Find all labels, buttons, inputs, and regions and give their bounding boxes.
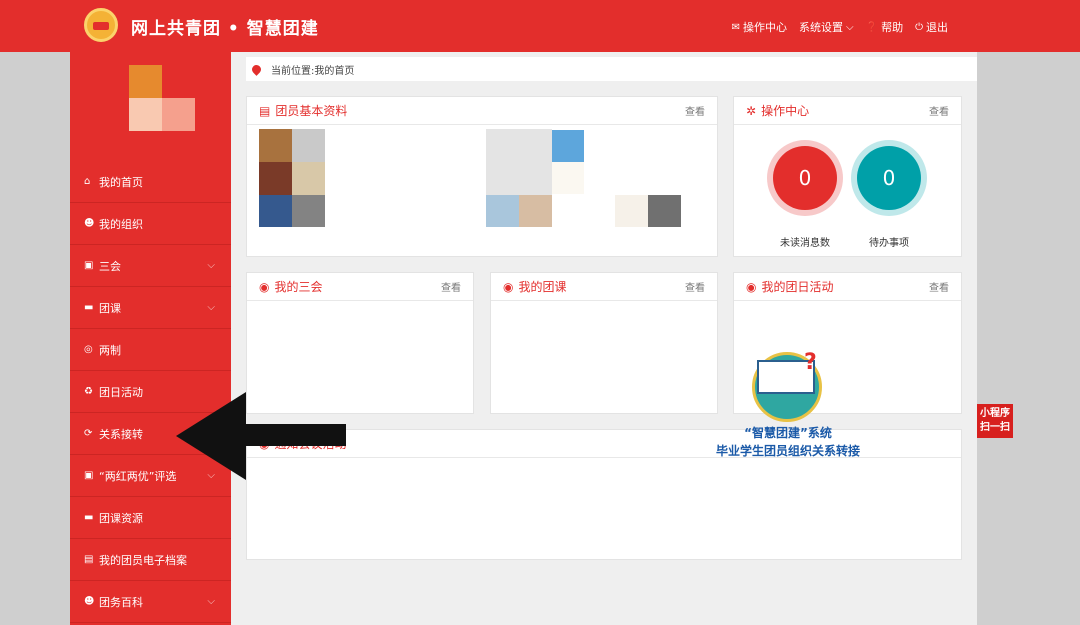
- location-pin-icon: [250, 62, 263, 76]
- view-link[interactable]: 查看: [685, 279, 705, 294]
- mosaic-block: [259, 129, 292, 162]
- promo-subtitle: 毕业学生团员组织关系转接: [715, 444, 860, 458]
- edit-icon: ▣: [84, 260, 94, 271]
- todo-label: 待办事项: [869, 238, 909, 249]
- unread-count[interactable]: 0: [773, 146, 837, 210]
- panel-sanhui: ◉ 我的三会 查看: [246, 272, 474, 414]
- users-icon: ☻: [84, 596, 95, 607]
- mini-program-badge[interactable]: 小程序 扫一扫: [977, 404, 1013, 438]
- topnav-ops[interactable]: ✉ 操作中心: [732, 19, 787, 35]
- view-link[interactable]: 查看: [685, 103, 705, 118]
- chevron-down-icon: ⌵: [207, 260, 215, 271]
- arrow-left-icon: [176, 392, 246, 480]
- home-icon: ⌂: [84, 176, 91, 187]
- avatar: [129, 65, 195, 131]
- mosaic-block: [259, 195, 292, 227]
- topnav-logout[interactable]: ⏻ 退出: [915, 19, 948, 35]
- mosaic-block: [552, 162, 584, 194]
- chevron-down-icon: ⌵: [207, 596, 215, 607]
- sidebar-item-tuanke[interactable]: ▬ 团课 ⌵: [70, 287, 231, 329]
- envelope-icon: ✉: [731, 21, 741, 33]
- chevron-down-icon: ⌵: [207, 302, 215, 313]
- mosaic-block: [615, 195, 648, 227]
- panel-tuanke: ◉ 我的团课 查看: [490, 272, 718, 414]
- mosaic-block: [292, 129, 325, 162]
- topnav-help[interactable]: ❓ 帮助: [866, 19, 903, 35]
- chevron-down-icon: ⌵: [846, 21, 854, 33]
- folder-icon: ▬: [84, 512, 94, 523]
- sidebar-item-wiki[interactable]: ☻ 团务百科 ⌵: [70, 581, 231, 623]
- question-icon: ❓: [865, 21, 879, 33]
- breadcrumb: 当前位置:我的首页: [246, 57, 977, 81]
- view-link[interactable]: 查看: [929, 279, 949, 294]
- mosaic-block: [486, 129, 552, 195]
- mosaic-block: [292, 162, 325, 195]
- power-icon: ⏻: [915, 21, 923, 33]
- calendar-icon: ◉: [259, 279, 270, 294]
- sidebar-item-liangzhi[interactable]: ◎ 两制: [70, 329, 231, 371]
- sidebar-item-sanhui[interactable]: ▣ 三会 ⌵: [70, 245, 231, 287]
- edit-icon: ▣: [84, 470, 94, 481]
- sidebar-item-home[interactable]: ⌂ 我的首页: [70, 161, 231, 203]
- panel-operation-center: ✲ 操作中心 查看 0 0 未读消息数 待办事项: [733, 96, 962, 257]
- top-nav: ✉ 操作中心 系统设置 ⌵ ❓ 帮助 ⏻ 退出: [732, 19, 948, 35]
- recycle-icon: ♻: [84, 386, 93, 397]
- mosaic-block: [292, 195, 325, 227]
- flag-icon: ◉: [746, 279, 757, 294]
- arrow-shaft: [238, 424, 346, 446]
- refresh-icon: ⟳: [84, 428, 93, 439]
- users-icon: ☻: [84, 218, 95, 229]
- sidebar-item-org[interactable]: ☻ 我的组织: [70, 203, 231, 245]
- panel-basic-info: ▤ 团员基本资料 查看: [246, 96, 718, 257]
- mosaic-block: [259, 162, 292, 195]
- sidebar-item-archive[interactable]: ▤ 我的团员电子档案: [70, 539, 231, 581]
- app-title: 网上共青团 • 智慧团建: [131, 19, 319, 39]
- id-card-icon: ▤: [259, 103, 271, 118]
- view-link[interactable]: 查看: [929, 103, 949, 118]
- view-link[interactable]: 查看: [441, 279, 461, 294]
- mosaic-block: [519, 195, 552, 227]
- league-logo-icon: [84, 8, 118, 42]
- folder-icon: ▬: [84, 302, 94, 313]
- topnav-settings[interactable]: 系统设置 ⌵: [799, 19, 854, 35]
- gear-icon: ✲: [746, 103, 757, 118]
- mosaic-block: [486, 195, 519, 227]
- file-icon: ▤: [84, 554, 94, 565]
- mosaic-block: [552, 130, 584, 162]
- promo-title: “智慧团建”系统: [744, 426, 832, 440]
- unread-label: 未读消息数: [780, 238, 830, 249]
- mosaic-block: [648, 195, 681, 227]
- rocket-icon: ◉: [503, 279, 514, 294]
- todo-count[interactable]: 0: [857, 146, 921, 210]
- sidebar-item-resources[interactable]: ▬ 团课资源: [70, 497, 231, 539]
- question-mark-icon: ?: [804, 350, 817, 375]
- target-icon: ◎: [84, 344, 93, 355]
